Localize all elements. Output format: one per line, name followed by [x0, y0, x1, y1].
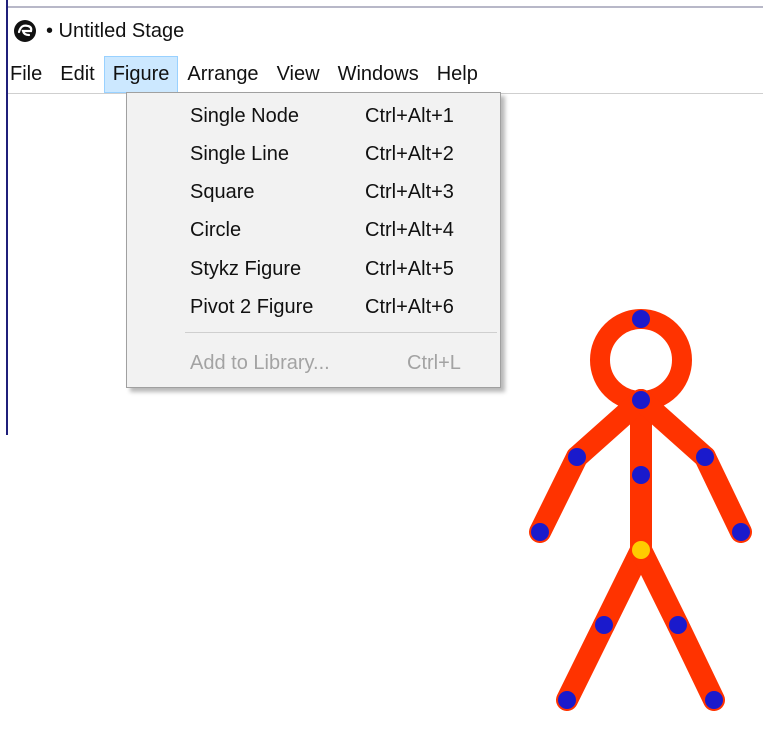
figure-right-upper-leg[interactable]: [630, 539, 689, 636]
app-window: • Untitled Stage File Edit Figure Arrang…: [0, 0, 763, 742]
node-chest[interactable]: [632, 466, 650, 484]
node-left-hand[interactable]: [531, 523, 549, 541]
menu-item-shortcut: Ctrl+Alt+4: [365, 218, 454, 241]
menu-item-shortcut: Ctrl+Alt+3: [365, 180, 454, 203]
menu-item-label: Pivot 2 Figure: [190, 295, 314, 318]
menu-file[interactable]: File: [8, 56, 51, 93]
figure-dropdown-menu: Single Node Ctrl+Alt+1 Single Line Ctrl+…: [126, 92, 501, 388]
node-left-foot[interactable]: [558, 691, 576, 709]
node-right-foot[interactable]: [705, 691, 723, 709]
node-right-knee[interactable]: [669, 616, 687, 634]
menu-view[interactable]: View: [268, 56, 329, 93]
node-left-elbow[interactable]: [568, 448, 586, 466]
node-right-hand[interactable]: [732, 523, 750, 541]
menu-item-stykz-figure[interactable]: Stykz Figure Ctrl+Alt+5: [127, 250, 500, 288]
node-head-top[interactable]: [632, 310, 650, 328]
menu-item-shortcut: Ctrl+Alt+6: [365, 295, 454, 318]
window-left-edge: [0, 0, 8, 435]
menu-item-shortcut: Ctrl+Alt+1: [365, 104, 454, 127]
stick-figure[interactable]: [529, 309, 752, 711]
menu-separator: [185, 332, 497, 333]
figure-right-lower-leg[interactable]: [667, 614, 725, 711]
menu-item-pivot-2-figure[interactable]: Pivot 2 Figure Ctrl+Alt+6: [127, 288, 500, 326]
menu-item-shortcut: Ctrl+L: [407, 351, 461, 374]
menu-item-single-line[interactable]: Single Line Ctrl+Alt+2: [127, 135, 500, 173]
menu-item-label: Single Line: [190, 142, 289, 165]
menu-bar: File Edit Figure Arrange View Windows He…: [8, 55, 763, 94]
node-right-elbow[interactable]: [696, 448, 714, 466]
menu-edit[interactable]: Edit: [51, 56, 103, 93]
menu-help[interactable]: Help: [428, 56, 487, 93]
window-title: • Untitled Stage: [46, 19, 185, 42]
menu-item-circle[interactable]: Circle Ctrl+Alt+4: [127, 211, 500, 249]
app-logo-icon: [12, 18, 38, 44]
menu-figure[interactable]: Figure: [103, 55, 179, 93]
window-top-border: [8, 6, 763, 8]
menu-item-shortcut: Ctrl+Alt+5: [365, 257, 454, 280]
figure-left-lower-leg[interactable]: [556, 614, 615, 711]
menu-item-label: Single Node: [190, 104, 299, 127]
menu-item-label: Add to Library...: [190, 351, 330, 374]
figure-head[interactable]: [590, 309, 692, 411]
menu-item-single-node[interactable]: Single Node Ctrl+Alt+1: [127, 97, 500, 135]
menu-item-square[interactable]: Square Ctrl+Alt+3: [127, 173, 500, 211]
menu-item-label: Stykz Figure: [190, 257, 302, 280]
figure-left-lower-arm[interactable]: [529, 446, 588, 543]
node-left-knee[interactable]: [595, 616, 613, 634]
menu-item-shortcut: Ctrl+Alt+2: [365, 142, 454, 165]
menu-windows[interactable]: Windows: [329, 56, 428, 93]
menu-item-label: Square: [190, 180, 255, 203]
menu-arrange[interactable]: Arrange: [178, 56, 267, 93]
node-root-hip[interactable]: [632, 541, 650, 559]
figure-right-lower-arm[interactable]: [694, 446, 752, 543]
menu-item-label: Circle: [190, 218, 242, 241]
title-bar: • Untitled Stage: [8, 10, 763, 52]
node-neck[interactable]: [632, 391, 650, 409]
menu-item-add-to-library: Add to Library... Ctrl+L: [127, 344, 500, 382]
